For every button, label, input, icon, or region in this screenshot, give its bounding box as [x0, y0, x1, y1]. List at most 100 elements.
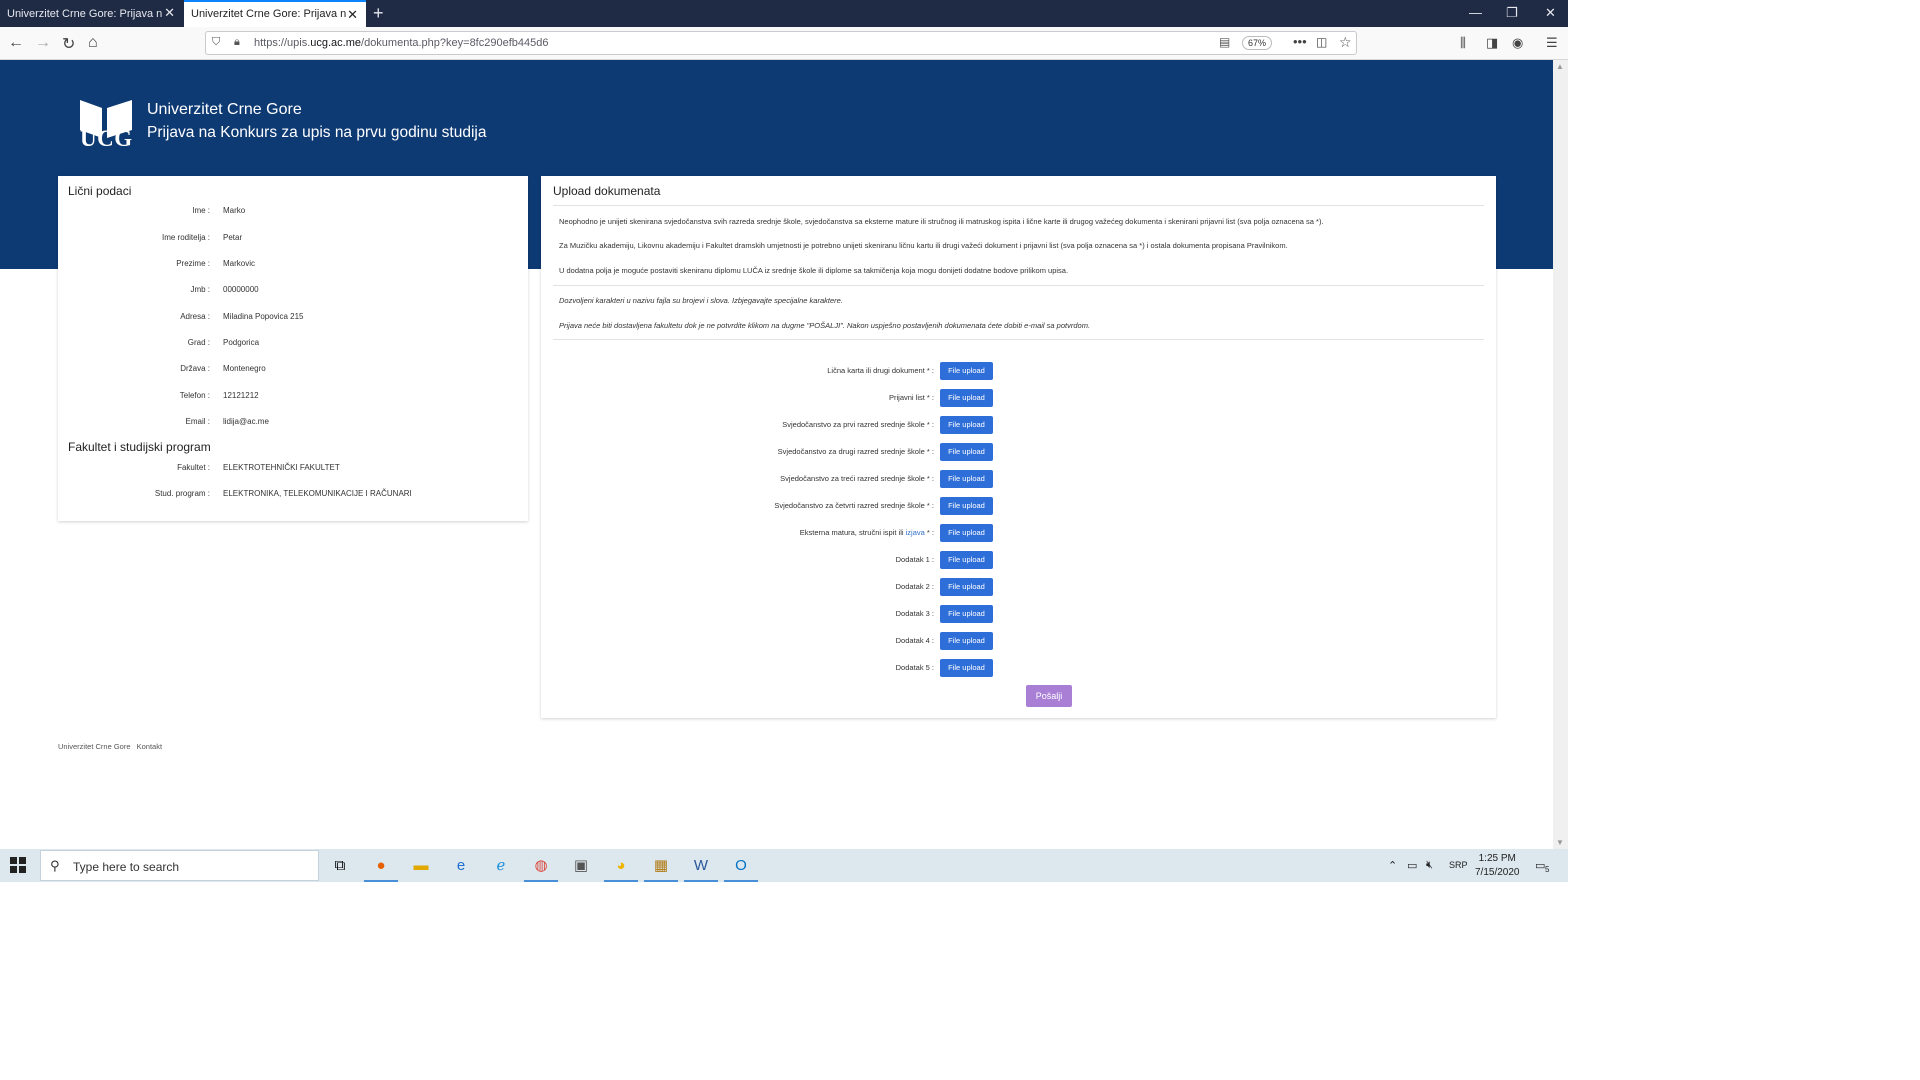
- tab-title: Univerzitet Crne Gore: Prijava na Ko: [191, 8, 346, 20]
- file-upload-button[interactable]: File upload: [940, 470, 993, 488]
- info-text: Za Muzičku akademiju, Likovnu akademiju …: [559, 241, 1288, 250]
- volume-mute-icon[interactable]: 🔇︎: [1426, 859, 1433, 872]
- app-icon[interactable]: ▦: [644, 855, 678, 882]
- close-tab-icon[interactable]: ✕: [347, 7, 358, 23]
- clock[interactable]: 1:25 PM 7/15/2020: [1475, 852, 1520, 880]
- url-text[interactable]: https://upis.ucg.ac.me/dokumenta.php?key…: [254, 37, 548, 49]
- upload-label: Svjedočanstvo za treći razred srednje šk…: [780, 474, 934, 483]
- scroll-up-icon[interactable]: ▲: [1556, 62, 1564, 71]
- izjava-link[interactable]: izjava: [906, 528, 925, 537]
- tray-expand-icon[interactable]: ⌃: [1388, 859, 1397, 872]
- footer-link-university[interactable]: Univerzitet Crne Gore: [58, 742, 131, 751]
- field-row: Grad : Podgorica: [58, 338, 528, 352]
- field-value: 00000000: [223, 285, 259, 294]
- upload-row-grade-4: Svjedočanstvo za četvrti razred srednje …: [541, 497, 1496, 515]
- page-viewport: UCG Univerzitet Crne Gore Prijava na Kon…: [0, 60, 1553, 849]
- internet-explorer-icon[interactable]: ℯ: [490, 855, 512, 877]
- firefox-icon[interactable]: ●: [364, 855, 398, 882]
- close-tab-icon[interactable]: ✕: [164, 5, 175, 21]
- minimize-icon[interactable]: —: [1469, 5, 1482, 20]
- page-actions-icon[interactable]: •••: [1293, 34, 1307, 49]
- field-row: Fakultet : ELEKTROTEHNIČKI FAKULTET: [58, 463, 528, 477]
- menu-icon[interactable]: ☰: [1546, 35, 1558, 51]
- upload-label: Dodatak 2 :: [895, 582, 934, 591]
- shield-icon[interactable]: ⛉: [212, 36, 220, 49]
- note-text: Prijava neće biti dostavljena fakultetu …: [559, 321, 1091, 330]
- restore-icon[interactable]: ❐: [1506, 5, 1518, 21]
- scroll-down-icon[interactable]: ▼: [1556, 838, 1564, 847]
- file-upload-button[interactable]: File upload: [940, 659, 993, 677]
- address-bar[interactable]: ⛉ 🔒︎ https://upis.ucg.ac.me/dokumenta.ph…: [205, 31, 1357, 55]
- notifications-icon[interactable]: ▭: [1535, 859, 1545, 872]
- outlook-icon[interactable]: O: [724, 855, 758, 882]
- library-icon[interactable]: ⫼: [1460, 35, 1466, 51]
- field-value: ELEKTROTEHNIČKI FAKULTET: [223, 463, 340, 472]
- field-row: Jmb : 00000000: [58, 285, 528, 299]
- bookmark-star-icon[interactable]: ☆: [1339, 34, 1352, 51]
- field-row: Ime : Marko: [58, 206, 528, 220]
- field-value: ELEKTRONIKA, TELEKOMUNIKACIJE I RAČUNARI: [223, 489, 412, 498]
- network-icon[interactable]: ▭: [1407, 859, 1417, 872]
- app-icon[interactable]: ▣: [570, 855, 592, 877]
- zoom-level[interactable]: 67%: [1242, 36, 1273, 50]
- reader-view-icon[interactable]: ▤: [1219, 35, 1230, 49]
- file-upload-button[interactable]: File upload: [940, 497, 993, 515]
- edge-icon[interactable]: e: [450, 855, 472, 877]
- field-label: Jmb :: [190, 285, 210, 294]
- field-label: Ime roditelja :: [161, 233, 210, 242]
- faculty-heading: Fakultet i studijski program: [68, 440, 211, 454]
- chrome-icon[interactable]: ◍: [524, 855, 558, 882]
- file-upload-button[interactable]: File upload: [940, 362, 993, 380]
- browser-nav-bar: ← → ↻ ⌂ ⛉ 🔒︎ https://upis.ucg.ac.me/doku…: [0, 27, 1568, 60]
- file-upload-button[interactable]: File upload: [940, 578, 993, 596]
- field-row: Stud. program : ELEKTRONIKA, TELEKOMUNIK…: [58, 489, 528, 503]
- account-icon[interactable]: ◉: [1512, 35, 1523, 51]
- browser-tab-1[interactable]: Univerzitet Crne Gore: Prijava na Ko ✕: [0, 0, 183, 27]
- language-indicator[interactable]: SRP: [1449, 860, 1468, 870]
- upload-label: Dodatak 1 :: [895, 555, 934, 564]
- note-text: Dozvoljeni karakteri u nazivu fajla su b…: [559, 296, 843, 305]
- footer-link-contact[interactable]: Kontakt: [137, 742, 162, 751]
- submit-button[interactable]: Pošalji: [1026, 685, 1072, 707]
- file-upload-button[interactable]: File upload: [940, 524, 993, 542]
- field-label: Grad :: [187, 338, 210, 347]
- upload-row-grade-3: Svjedočanstvo za treći razred srednje šk…: [541, 470, 1496, 488]
- file-upload-button[interactable]: File upload: [940, 416, 993, 434]
- file-explorer-icon[interactable]: ▬: [410, 855, 432, 877]
- browser-tab-2[interactable]: Univerzitet Crne Gore: Prijava na Ko ✕: [184, 0, 366, 27]
- file-upload-button[interactable]: File upload: [940, 443, 993, 461]
- field-label: Fakultet :: [177, 463, 210, 472]
- field-value: 12121212: [223, 391, 259, 400]
- file-upload-button[interactable]: File upload: [940, 605, 993, 623]
- file-upload-button[interactable]: File upload: [940, 389, 993, 407]
- windows-start-icon[interactable]: [10, 857, 26, 873]
- close-window-icon[interactable]: ✕: [1545, 5, 1556, 21]
- home-icon[interactable]: ⌂: [88, 34, 98, 52]
- search-placeholder: Type here to search: [73, 860, 180, 874]
- reload-icon[interactable]: ↻: [62, 34, 75, 54]
- lock-icon[interactable]: 🔒︎: [234, 36, 240, 49]
- app-icon[interactable]: ◕: [604, 855, 638, 882]
- new-tab-icon[interactable]: +: [373, 3, 384, 24]
- upload-label: Dodatak 4 :: [895, 636, 934, 645]
- upload-label: Dodatak 3 :: [895, 609, 934, 618]
- clock-time: 1:25 PM: [1478, 853, 1516, 864]
- taskbar-search[interactable]: ⚲ Type here to search: [40, 850, 319, 881]
- word-icon[interactable]: W: [684, 855, 718, 882]
- forward-icon[interactable]: →: [35, 34, 51, 52]
- field-label: Stud. program :: [154, 489, 210, 498]
- file-upload-button[interactable]: File upload: [940, 632, 993, 650]
- back-icon[interactable]: ←: [8, 34, 24, 52]
- field-value: Petar: [223, 233, 243, 242]
- info-text: U dodatna polja je moguće postaviti sken…: [559, 266, 1069, 275]
- field-label: Email :: [185, 417, 210, 426]
- upload-row-addition-3: Dodatak 3 : File upload: [541, 605, 1496, 623]
- upload-row-grade-2: Svjedočanstvo za drugi razred srednje šk…: [541, 443, 1496, 461]
- file-upload-button[interactable]: File upload: [940, 551, 993, 569]
- task-view-icon[interactable]: ⧉: [329, 855, 351, 877]
- pocket-icon[interactable]: ◫: [1316, 35, 1327, 49]
- logo-text: UCG: [80, 126, 133, 151]
- sidebar-icon[interactable]: ◨: [1486, 35, 1498, 51]
- upload-row-addition-2: Dodatak 2 : File upload: [541, 578, 1496, 596]
- page-scrollbar[interactable]: ▲ ▼: [1553, 60, 1568, 849]
